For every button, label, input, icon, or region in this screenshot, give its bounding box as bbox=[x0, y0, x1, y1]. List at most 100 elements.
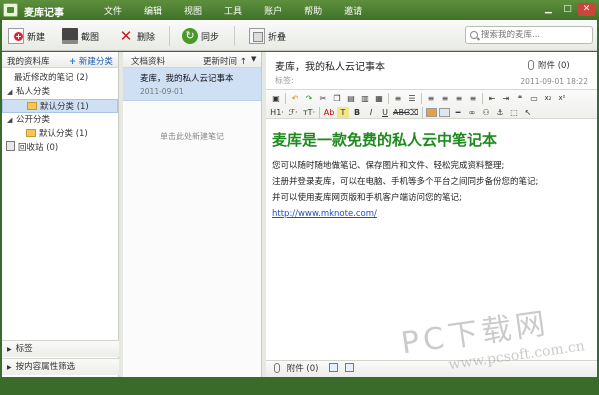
expand-arrow-icon: ▶ bbox=[7, 346, 12, 353]
sidebar-item-public-default[interactable]: 默认分类 (1) bbox=[2, 127, 118, 141]
underline-icon[interactable]: U bbox=[379, 107, 391, 118]
folder-icon bbox=[26, 129, 36, 137]
redo-icon[interactable]: ↷ bbox=[303, 93, 315, 104]
screenshot-button[interactable]: 截图 bbox=[62, 27, 99, 45]
close-icon[interactable]: ✕ bbox=[578, 3, 595, 16]
cut-icon[interactable]: ✂ bbox=[317, 93, 329, 104]
minimize-icon[interactable]: ▁ bbox=[540, 3, 557, 16]
doc-paragraph: 并可以使用麦库网页版和手机客户端访问您的笔记; bbox=[272, 193, 462, 203]
note-list-item[interactable]: 麦库，我的私人云记事本 2011-09-01 bbox=[123, 68, 261, 101]
delete-button[interactable]: ✕ 删除 bbox=[118, 27, 155, 45]
tags-row: 标签: 2011-09-01 18:22 bbox=[266, 75, 597, 89]
new-note-button[interactable]: 新建 bbox=[8, 27, 45, 45]
toolbar-divider bbox=[169, 26, 170, 46]
insert-box-icon[interactable]: ▭ bbox=[528, 93, 540, 104]
align-right-icon[interactable]: ≡ bbox=[453, 93, 465, 104]
align-center-icon[interactable]: ≡ bbox=[439, 93, 451, 104]
font-family-select[interactable]: ℱ· bbox=[286, 107, 300, 118]
menu-view[interactable]: 视图 bbox=[184, 4, 202, 17]
remove-format-icon[interactable]: ⌫ bbox=[407, 107, 419, 118]
tags-section-toggle[interactable]: ▶ 标签 bbox=[2, 340, 119, 357]
subscript-icon[interactable]: x₂ bbox=[542, 93, 554, 104]
undo-icon[interactable]: ↶ bbox=[289, 93, 301, 104]
paste-icon[interactable]: ▤ bbox=[345, 93, 357, 104]
highlight-color-icon[interactable]: T bbox=[337, 106, 349, 118]
doc-title[interactable]: 麦库，我的私人云记事本 bbox=[275, 62, 385, 73]
menu-bar: 文件 编辑 视图 工具 账户 帮助 邀请 bbox=[104, 4, 384, 17]
pointer-icon[interactable]: ↖ bbox=[522, 107, 534, 118]
menu-help[interactable]: 帮助 bbox=[304, 4, 322, 17]
source-icon[interactable]: ▣ bbox=[270, 93, 282, 104]
format-divider bbox=[388, 92, 389, 104]
italic-icon[interactable]: I bbox=[365, 107, 377, 118]
ordered-list-icon[interactable]: ≡ bbox=[392, 93, 404, 104]
collapse-arrow-icon[interactable]: ◢ bbox=[7, 85, 12, 99]
horizontal-rule-icon[interactable]: ━ bbox=[452, 107, 464, 118]
filter-section-toggle[interactable]: ▶ 按内容属性筛选 bbox=[2, 358, 119, 375]
sidebar-item-private[interactable]: ◢ 私人分类 bbox=[2, 85, 118, 99]
anchor-icon[interactable]: ⚓ bbox=[494, 107, 506, 118]
fold-label: 折叠 bbox=[268, 32, 287, 43]
remove-link-icon[interactable]: ⚇ bbox=[480, 107, 492, 118]
add-attachment-icon[interactable] bbox=[329, 363, 339, 372]
new-note-label: 新建 bbox=[27, 32, 46, 43]
text-color-icon[interactable]: Ab bbox=[323, 107, 335, 118]
insert-link-icon[interactable]: ∞ bbox=[466, 107, 478, 118]
search-box[interactable] bbox=[465, 26, 593, 44]
indent-icon[interactable]: ⇥ bbox=[500, 93, 512, 104]
menu-file[interactable]: 文件 bbox=[104, 4, 122, 17]
strikethrough-icon[interactable]: ABC bbox=[393, 107, 409, 118]
outdent-icon[interactable]: ⇤ bbox=[486, 93, 498, 104]
menu-account[interactable]: 账户 bbox=[264, 4, 282, 17]
format-divider bbox=[285, 92, 286, 104]
new-note-hint[interactable]: 单击此处新建笔记 bbox=[123, 131, 261, 142]
doc-body[interactable]: 麦库是一款免费的私人云中笔记本 您可以随时随地做笔记、保存图片和文件、轻松完成资… bbox=[266, 119, 597, 222]
attachment-options-icon[interactable] bbox=[344, 363, 354, 372]
menu-tools[interactable]: 工具 bbox=[224, 4, 242, 17]
heading-select[interactable]: H1· bbox=[270, 107, 284, 118]
insert-image-icon[interactable] bbox=[426, 107, 437, 117]
sort-dropdown-icon[interactable]: ▼ bbox=[251, 55, 256, 63]
window-controls: ▁ □ ✕ bbox=[540, 3, 595, 16]
attachment-bottom-label[interactable]: 附件 (0) bbox=[287, 364, 319, 374]
menu-edit[interactable]: 编辑 bbox=[144, 4, 162, 17]
private-group-label: 私人分类 bbox=[16, 87, 51, 97]
font-size-select[interactable]: тT· bbox=[302, 107, 316, 118]
doc-title-row: 麦库，我的私人云记事本 附件 (0) bbox=[266, 52, 597, 75]
sidebar-item-public[interactable]: ◢ 公开分类 bbox=[2, 113, 118, 127]
doc-link[interactable]: http://www.mknote.com/ bbox=[272, 206, 597, 222]
note-item-date: 2011-09-01 bbox=[140, 87, 184, 96]
attachment-button[interactable]: 附件 (0) bbox=[528, 59, 570, 71]
sync-button[interactable]: ↻ 同步 bbox=[182, 27, 219, 45]
copy-icon[interactable]: ❐ bbox=[331, 93, 343, 104]
blockquote-icon[interactable]: ❝ bbox=[514, 93, 526, 104]
sidebar-title: 我的资料库 bbox=[7, 57, 50, 67]
sidebar-header: 我的资料库 + 新建分类 bbox=[2, 52, 118, 68]
new-category-button[interactable]: + 新建分类 bbox=[69, 55, 113, 67]
justify-icon[interactable]: ≡ bbox=[467, 93, 479, 104]
sort-button[interactable]: 更新时间 ↑ bbox=[203, 55, 247, 67]
collapse-arrow-icon[interactable]: ◢ bbox=[7, 113, 12, 127]
fold-button[interactable]: 折叠 bbox=[249, 27, 286, 45]
align-left-icon[interactable]: ≡ bbox=[425, 93, 437, 104]
note-list-title: 文档资料 bbox=[131, 57, 166, 67]
sidebar-item-private-default[interactable]: 默认分类 (1) bbox=[2, 99, 118, 113]
paste-word-icon[interactable]: ▦ bbox=[373, 93, 385, 104]
insert-table-icon[interactable] bbox=[439, 107, 450, 117]
tags-field[interactable]: 标签: bbox=[275, 76, 294, 85]
editor-panel: 麦库，我的私人云记事本 附件 (0) 标签: 2011-09-01 18:22 … bbox=[266, 52, 597, 377]
sidebar-item-recent[interactable]: 最近修改的笔记 (2) bbox=[2, 71, 118, 85]
attachment-bar: 附件 (0) bbox=[266, 360, 597, 377]
menu-invite[interactable]: 邀请 bbox=[344, 4, 362, 17]
filter-label: 按内容属性筛选 bbox=[15, 362, 76, 372]
note-list-panel: 文档资料 更新时间 ↑ ▼ 麦库，我的私人云记事本 2011-09-01 单击此… bbox=[123, 52, 262, 377]
maximize-icon[interactable]: □ bbox=[559, 3, 576, 16]
sidebar-item-trash[interactable]: 回收站 (0) bbox=[2, 141, 118, 155]
bold-icon[interactable]: B bbox=[351, 107, 363, 118]
format-row-1: ▣ ↶ ↷ ✂ ❐ ▤ ▥ ▦ ≡ ☰ ≡ ≡ ≡ ≡ ⇤ ⇥ ❝ ▭ x₂ x… bbox=[270, 91, 568, 105]
paste-text-icon[interactable]: ▥ bbox=[359, 93, 371, 104]
superscript-icon[interactable]: x² bbox=[556, 93, 568, 104]
bullet-list-icon[interactable]: ☰ bbox=[406, 93, 418, 104]
select-all-icon[interactable]: ⬚ bbox=[508, 107, 520, 118]
search-input[interactable] bbox=[481, 30, 586, 40]
